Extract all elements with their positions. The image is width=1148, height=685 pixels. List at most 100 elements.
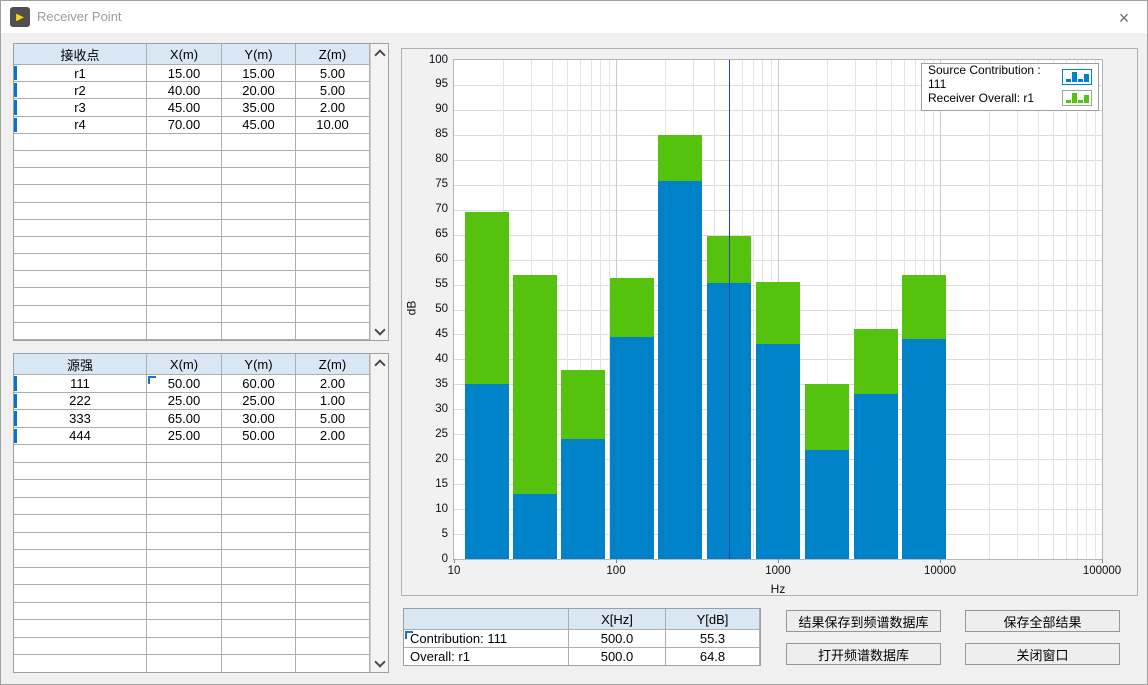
vertical-scrollbar[interactable] [370,44,388,340]
table-cell[interactable] [222,237,296,254]
table-cell[interactable] [14,480,147,498]
table-cell[interactable] [296,585,370,603]
table-cell[interactable] [147,185,222,202]
table-cell[interactable] [222,151,296,168]
table-cell[interactable] [147,620,222,638]
table-cell[interactable] [147,220,222,237]
table-cell[interactable] [14,151,147,168]
table-cell[interactable]: 15.00 [222,65,296,82]
table-cell[interactable]: 40.00 [147,82,222,99]
table-cell[interactable]: 2.00 [296,99,370,116]
table-cell[interactable] [222,568,296,586]
table-cell[interactable] [147,480,222,498]
table-cell[interactable]: 111 [14,375,147,393]
table-cell[interactable] [222,533,296,551]
table-cell[interactable] [14,463,147,481]
table-row[interactable] [14,237,388,254]
table-cell[interactable] [296,480,370,498]
table-row[interactable]: 33365.0030.005.00 [14,410,388,428]
table-cell[interactable]: 25.00 [222,393,296,411]
table-cell[interactable] [296,271,370,288]
table-cell[interactable]: 500.0 [569,648,666,666]
scroll-up-button[interactable] [371,45,388,61]
table-cell[interactable] [296,533,370,551]
table-cell[interactable] [222,203,296,220]
table-cell[interactable]: 20.00 [222,82,296,99]
table-cell[interactable] [296,655,370,673]
table-cell[interactable]: 333 [14,410,147,428]
table-cell[interactable] [147,323,222,340]
table-cell[interactable] [296,134,370,151]
plot-area[interactable]: Source Contribution : 111Receiver Overal… [453,59,1103,560]
table-cell[interactable] [296,220,370,237]
table-row[interactable] [14,480,388,498]
table-cell[interactable] [296,168,370,185]
table-row[interactable] [14,271,388,288]
table-row[interactable] [14,254,388,271]
table-cell[interactable] [147,655,222,673]
table-cell[interactable]: Contribution: 111 [404,630,569,648]
table-cell[interactable]: Overall: r1 [404,648,569,666]
table-cell[interactable] [147,445,222,463]
table-cell[interactable]: 2.00 [296,375,370,393]
table-row[interactable] [14,585,388,603]
table-cell[interactable]: 35.00 [222,99,296,116]
scroll-down-button[interactable] [371,655,388,671]
table-cell[interactable] [222,463,296,481]
table-cell[interactable] [14,515,147,533]
table-row[interactable] [14,220,388,237]
table-cell[interactable] [222,445,296,463]
table-cell[interactable]: 45.00 [222,117,296,134]
table-cell[interactable] [14,568,147,586]
table-cell[interactable] [147,271,222,288]
table-cell[interactable]: 444 [14,428,147,446]
table-cell[interactable] [14,237,147,254]
table-cell[interactable]: r4 [14,117,147,134]
table-cell[interactable] [222,638,296,656]
table-row[interactable]: r345.0035.002.00 [14,99,388,116]
save-all-results-button[interactable]: 保存全部结果 [965,610,1120,632]
table-cell[interactable] [147,168,222,185]
table-cell[interactable]: 50.00 [222,428,296,446]
table-cell[interactable] [296,568,370,586]
table-cell[interactable] [222,620,296,638]
scroll-down-button[interactable] [371,323,388,339]
table-row[interactable] [14,168,388,185]
cursor-table-row[interactable]: Overall: r1500.064.8 [404,648,760,666]
table-cell[interactable]: 5.00 [296,410,370,428]
table-cell[interactable] [222,288,296,305]
table-cell[interactable] [222,603,296,621]
table-cell[interactable] [222,134,296,151]
table-cell[interactable] [147,550,222,568]
table-cell[interactable] [222,515,296,533]
table-cell[interactable] [222,655,296,673]
table-cell[interactable] [147,638,222,656]
table-row[interactable] [14,445,388,463]
table-cell[interactable]: 45.00 [147,99,222,116]
table-cell[interactable] [296,638,370,656]
open-spectrum-db-button[interactable]: 打开频谱数据库 [786,643,941,665]
table-row[interactable]: r115.0015.005.00 [14,65,388,82]
table-cell[interactable] [296,185,370,202]
table-cell[interactable] [14,498,147,516]
table-cell[interactable] [222,498,296,516]
table-cell[interactable] [296,463,370,481]
table-cell[interactable] [14,254,147,271]
table-cell[interactable] [14,271,147,288]
table-cell[interactable] [296,603,370,621]
table-cell[interactable] [296,620,370,638]
table-cell[interactable] [14,134,147,151]
table-row[interactable] [14,568,388,586]
table-row[interactable]: r470.0045.0010.00 [14,117,388,134]
table-cell[interactable] [147,134,222,151]
table-cell[interactable] [296,151,370,168]
table-cell[interactable] [147,533,222,551]
table-cell[interactable] [296,306,370,323]
table-row[interactable] [14,498,388,516]
table-cell[interactable]: 2.00 [296,428,370,446]
table-cell[interactable]: 25.00 [147,428,222,446]
table-row[interactable] [14,533,388,551]
table-row[interactable] [14,515,388,533]
table-row[interactable] [14,463,388,481]
table-cell[interactable]: 15.00 [147,65,222,82]
